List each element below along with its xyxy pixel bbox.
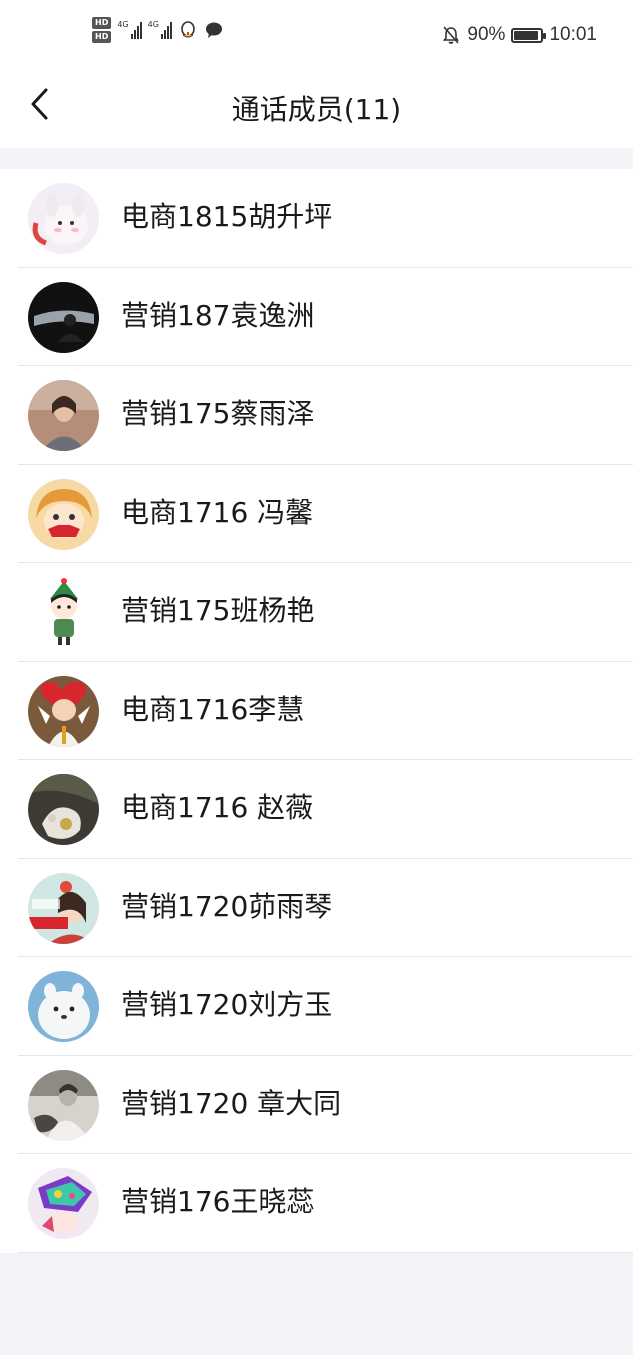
avatar-baby-icon	[28, 675, 99, 747]
hd-icon: HD HD	[92, 17, 112, 43]
member-name: 营销1720茆雨琴	[121, 889, 333, 923]
avatar	[28, 872, 99, 944]
member-row[interactable]: 电商1716 赵薇	[0, 760, 633, 859]
chat-bubble-icon	[205, 22, 222, 38]
hd-badge-2: HD	[92, 31, 112, 43]
member-row[interactable]: 营销1720茆雨琴	[0, 859, 633, 958]
avatar-white-dog-icon	[28, 971, 99, 1042]
status-right-icons: 90% 10:01	[441, 24, 597, 46]
member-name: 营销1720刘方玉	[121, 988, 333, 1021]
member-name: 电商1815胡升坪	[121, 200, 333, 233]
avatar	[28, 478, 99, 550]
member-row[interactable]: 营销1720 章大同	[0, 1056, 633, 1155]
status-left-icons: HD HD 4G 4G	[92, 17, 224, 43]
avatar-flowers-icon	[28, 774, 99, 845]
battery-percent: 90%	[467, 24, 506, 45]
avatar	[28, 971, 99, 1042]
member-name: 电商1716李慧	[121, 692, 305, 726]
signal-icon: 4G	[117, 20, 142, 39]
avatar	[28, 183, 99, 254]
avatar	[28, 380, 99, 451]
network-type-label: 4G	[117, 20, 129, 29]
avatar	[28, 1069, 99, 1141]
nav-bar: 通话成员(11)	[0, 72, 633, 148]
avatar-colorful-girl-icon	[28, 1168, 99, 1239]
avatar	[28, 1168, 99, 1239]
member-list: 电商1815胡升坪 营销187袁逸洲 营销175蔡雨泽 电商1716 冯馨 营销…	[0, 169, 633, 1253]
member-name: 营销176王晓蕊	[121, 1185, 315, 1218]
avatar-dark-window-icon	[28, 281, 99, 353]
member-row[interactable]: 营销187袁逸洲	[0, 268, 633, 367]
member-row[interactable]: 电商1815胡升坪	[0, 169, 633, 268]
member-name: 电商1716 冯馨	[121, 495, 314, 529]
network-type-label: 4G	[147, 20, 159, 29]
avatar-cartoon-girl-icon	[28, 478, 99, 550]
member-name: 营销1720 章大同	[121, 1086, 342, 1120]
member-row[interactable]: 营销175班杨艳	[0, 563, 633, 662]
avatar	[28, 675, 99, 747]
avatar-woman-portrait-icon	[28, 380, 99, 451]
avatar	[28, 577, 99, 648]
qq-icon	[181, 21, 195, 38]
avatar	[28, 281, 99, 353]
avatar-cartoon-boy-icon	[28, 577, 99, 648]
member-name: 营销187袁逸洲	[121, 298, 315, 332]
avatar-bw-man-icon	[28, 1069, 99, 1141]
member-name: 电商1716 赵薇	[121, 791, 314, 824]
member-name: 营销175班杨艳	[121, 594, 315, 627]
avatar	[28, 774, 99, 845]
status-bar: HD HD 4G 4G 90% 10:01	[0, 0, 633, 72]
clock: 10:01	[549, 24, 597, 45]
page-title: 通话成员(11)	[231, 93, 402, 126]
signal-icon: 4G	[148, 21, 172, 39]
mute-bell-icon	[443, 26, 460, 44]
hd-badge-1: HD	[92, 17, 112, 29]
member-row[interactable]: 营销1720刘方玉	[0, 957, 633, 1056]
member-name: 营销175蔡雨泽	[121, 397, 315, 430]
member-row[interactable]: 电商1716 冯馨	[0, 465, 633, 564]
avatar-bunny-icon	[28, 183, 99, 254]
member-row[interactable]: 营销175蔡雨泽	[0, 366, 633, 465]
member-row[interactable]: 营销176王晓蕊	[0, 1154, 633, 1253]
avatar-poster-icon	[28, 872, 99, 944]
battery-icon	[511, 27, 547, 43]
member-row[interactable]: 电商1716李慧	[0, 662, 633, 761]
